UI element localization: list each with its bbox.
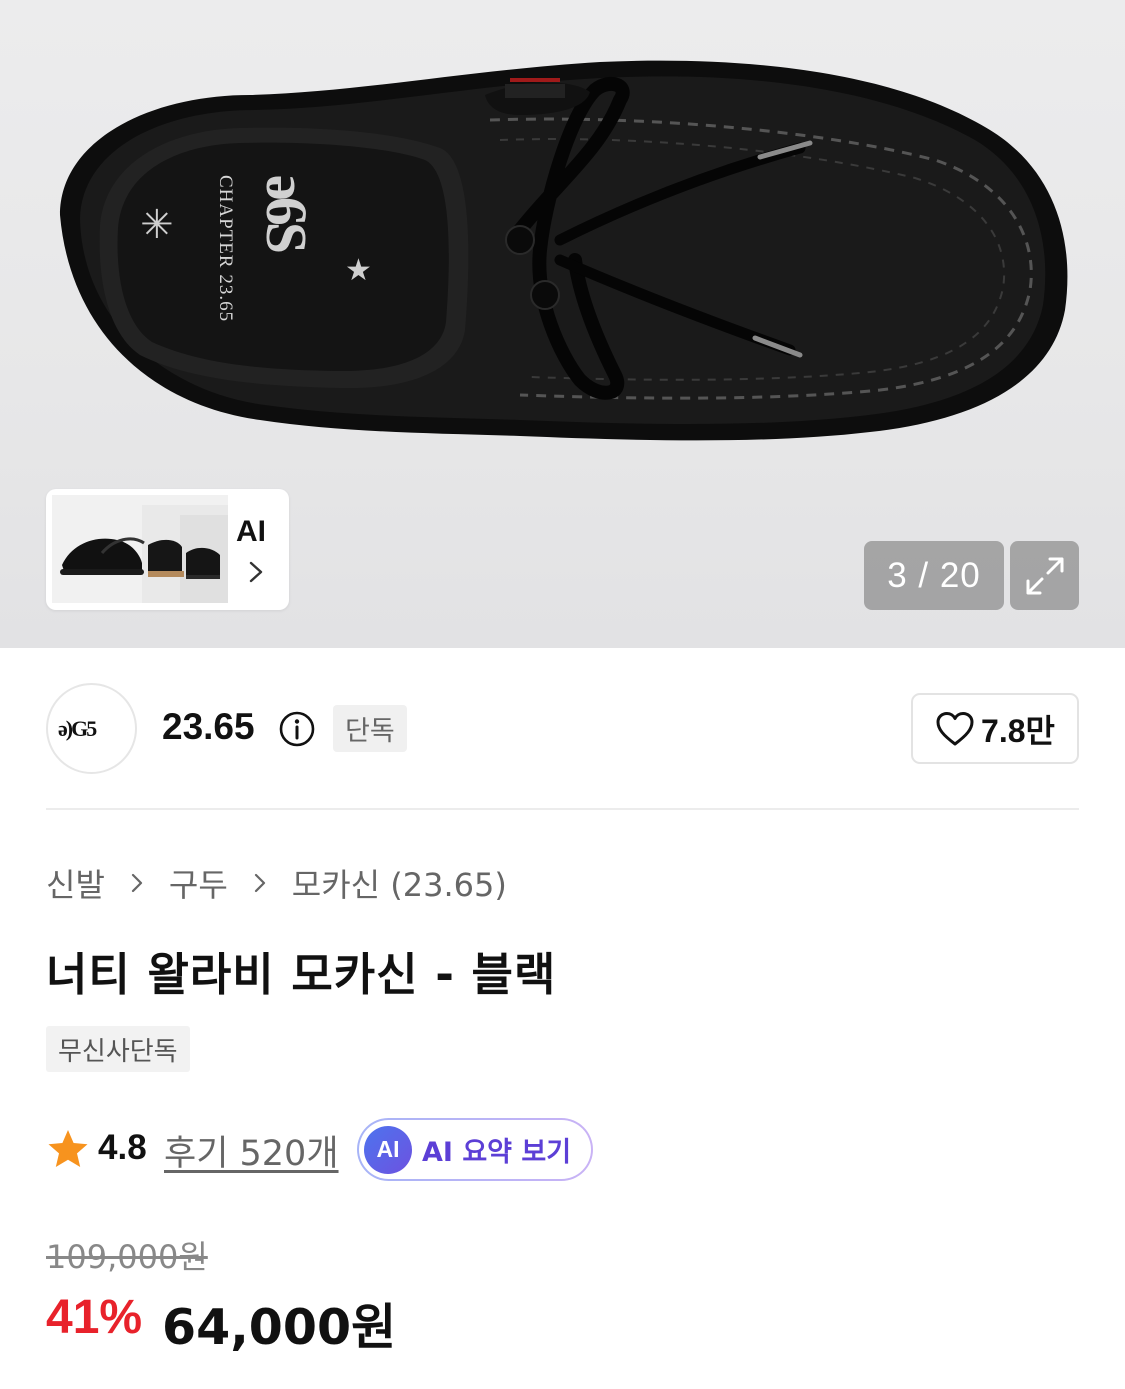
like-count: 7.8만 xyxy=(981,712,1055,749)
discount-rate: 41% xyxy=(46,1291,143,1344)
chevron-right-icon xyxy=(242,865,278,901)
section-divider xyxy=(46,808,1079,810)
heart-icon xyxy=(936,711,974,745)
breadcrumb-item-moccasin[interactable]: 모카신 (23.65) xyxy=(292,860,507,906)
ai-badge-icon: AI xyxy=(364,1125,412,1174)
musinsa-exclusive-badge: 무신사단독 xyxy=(46,1026,190,1072)
brand-name[interactable]: 23.65 xyxy=(162,706,255,748)
chevron-right-icon[interactable] xyxy=(246,560,266,584)
rating-value: 4.8 xyxy=(98,1128,147,1167)
like-button[interactable]: 7.8만 xyxy=(911,693,1079,764)
star-icon xyxy=(48,1130,88,1167)
ai-summary-button[interactable]: AI AI 요약 보기 xyxy=(357,1118,593,1181)
brand-exclusive-tag: 단독 xyxy=(333,705,407,752)
ai-thumbnail-strip[interactable] xyxy=(46,489,289,610)
insole-brand-text: CHAPTER 23.65 xyxy=(215,175,236,322)
thumbnail-ai-label[interactable]: AI xyxy=(236,515,266,549)
chevron-right-icon xyxy=(119,865,155,901)
breadcrumb: 신발 구두 모카신 (23.65) xyxy=(46,860,507,906)
brand-logo-mark: ə)G5 xyxy=(58,717,99,741)
breadcrumb-item-dress-shoes[interactable]: 구두 xyxy=(169,860,228,906)
expand-icon xyxy=(1026,557,1063,594)
thumbnail-images[interactable] xyxy=(52,495,228,603)
svg-text:ə6S: ə6S xyxy=(254,175,319,252)
image-counter: 3 / 20 xyxy=(864,541,1004,610)
svg-text:✳: ✳ xyxy=(140,202,174,248)
sale-price: 64,000원 xyxy=(162,1299,397,1356)
expand-button[interactable] xyxy=(1010,541,1079,610)
product-gallery[interactable]: CHAPTER 23.65 ə6S ✳ ★ AI 3 / 20 xyxy=(0,0,1125,648)
brand-logo[interactable]: ə)G5 xyxy=(46,683,137,774)
breadcrumb-item-shoes[interactable]: 신발 xyxy=(46,860,105,906)
original-price: 109,000원 xyxy=(46,1238,208,1276)
info-icon[interactable] xyxy=(278,710,316,748)
ai-summary-label: AI 요약 보기 xyxy=(422,1137,572,1168)
svg-text:★: ★ xyxy=(345,253,372,288)
product-title: 너티 왈라비 모카신 - 블랙 xyxy=(46,948,557,1001)
svg-text:ə)G5: ə)G5 xyxy=(58,717,97,741)
review-count-link[interactable]: 후기 520개 xyxy=(164,1125,339,1176)
